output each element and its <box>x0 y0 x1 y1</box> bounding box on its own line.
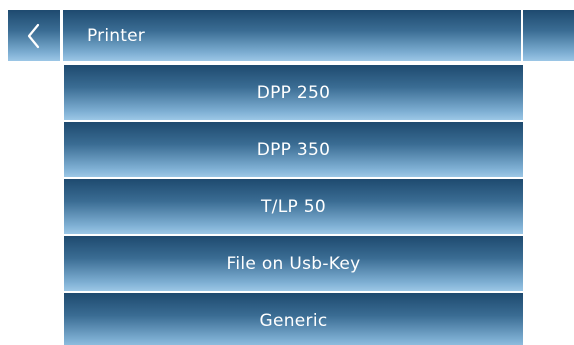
page-title: Printer <box>87 25 145 46</box>
header-bottom-line <box>8 61 574 63</box>
printer-option-file-on-usb-key[interactable]: File on Usb-Key <box>64 236 523 291</box>
chevron-left-icon <box>27 23 40 48</box>
menu-item-label: DPP 350 <box>256 139 331 160</box>
printer-option-dpp-250[interactable]: DPP 250 <box>64 65 523 120</box>
menu-item-label: Generic <box>259 311 328 331</box>
printer-option-tlp-50[interactable]: T/LP 50 <box>64 179 523 234</box>
menu-item-label: DPP 250 <box>256 82 331 103</box>
header-bar: Printer <box>0 0 574 63</box>
printer-option-dpp-350[interactable]: DPP 350 <box>64 122 523 177</box>
back-button[interactable] <box>8 10 60 61</box>
menu-item-label: T/LP 50 <box>261 196 326 217</box>
printer-screen: Printer DPP 250 DPP 350 T/LP 50 File on … <box>0 0 574 345</box>
menu-item-label: File on Usb-Key <box>226 253 361 274</box>
printer-list: DPP 250 DPP 350 T/LP 50 File on Usb-Key … <box>64 65 523 345</box>
header-right-block <box>523 10 574 61</box>
title-bar: Printer <box>63 10 521 61</box>
printer-option-generic[interactable]: Generic <box>64 293 523 345</box>
